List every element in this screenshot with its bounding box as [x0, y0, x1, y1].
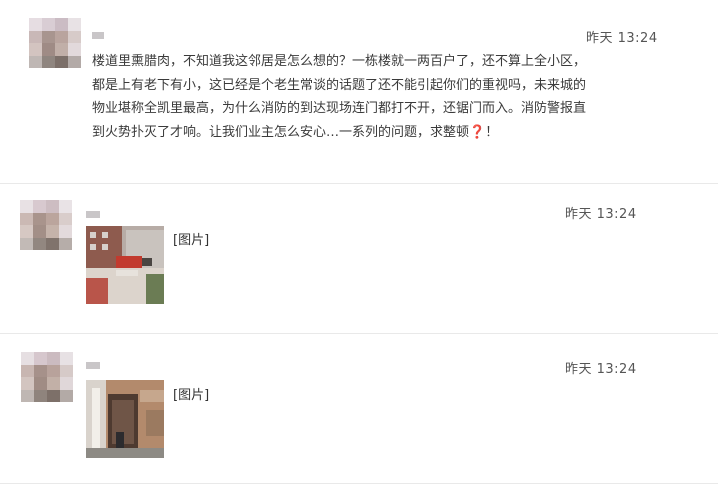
divider: [0, 483, 718, 484]
message-suffix: ！: [485, 124, 499, 140]
image-thumbnail[interactable]: [86, 380, 164, 458]
message-item: 昨天 13:24 [图片]: [0, 334, 718, 486]
timestamp: 昨天 13:24: [565, 207, 637, 222]
timestamp: 昨天 13:24: [586, 31, 658, 46]
message-item: 昨天 13:24 [图片]: [0, 184, 718, 332]
question-emoji: ❓: [469, 124, 486, 140]
avatar[interactable]: [20, 200, 72, 250]
username[interactable]: [86, 362, 100, 369]
username[interactable]: [86, 211, 100, 218]
image-label[interactable]: [图片]: [173, 229, 209, 248]
username[interactable]: [92, 32, 104, 39]
message-body: 楼道里熏腊肉，不知道我这邻居是怎么想的？一栋楼就一两百户了，还不算上全小区，都是…: [92, 54, 587, 140]
timestamp: 昨天 13:24: [565, 362, 637, 377]
message-text: 楼道里熏腊肉，不知道我这邻居是怎么想的？一栋楼就一两百户了，还不算上全小区，都是…: [92, 50, 592, 144]
image-thumbnail[interactable]: [86, 226, 164, 304]
avatar[interactable]: [29, 18, 81, 68]
image-label[interactable]: [图片]: [173, 384, 209, 403]
avatar[interactable]: [21, 352, 73, 402]
message-item: 昨天 13:24 楼道里熏腊肉，不知道我这邻居是怎么想的？一栋楼就一两百户了，还…: [0, 0, 718, 180]
